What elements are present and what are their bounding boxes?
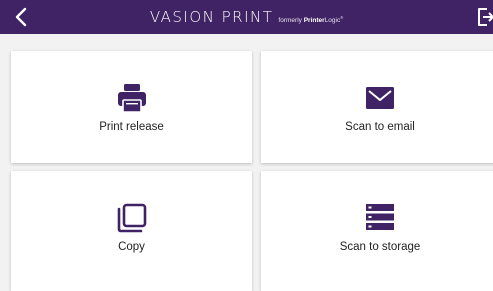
envelope-icon <box>366 87 394 109</box>
print-release-tile[interactable]: Print release <box>11 51 252 163</box>
back-button[interactable] <box>8 4 34 30</box>
scan-to-email-tile[interactable]: Scan to email <box>261 51 493 163</box>
brand-tagline: formerly PrinterLogic® <box>278 15 343 24</box>
tile-label: Print release <box>99 121 164 133</box>
scan-to-storage-tile[interactable]: Scan to storage <box>261 171 493 291</box>
brand-logo: VASION PRINT formerly PrinterLogic® <box>150 8 343 26</box>
brand-name: VASION PRINT <box>149 8 274 26</box>
tile-label: Scan to storage <box>339 241 421 253</box>
brand-tagline-mark: ® <box>340 14 344 20</box>
copy-icon <box>117 203 146 233</box>
tile-label: Scan to email <box>345 121 415 133</box>
app-header: VASION PRINT formerly PrinterLogic® <box>0 0 493 34</box>
tile-label: Copy <box>118 241 145 253</box>
logout-icon <box>478 8 493 26</box>
chevron-left-icon <box>15 7 27 27</box>
brand-tagline-bold: Printer <box>303 17 325 24</box>
storage-icon <box>366 204 394 230</box>
brand-tagline-light: Logic <box>324 17 341 24</box>
copy-tile[interactable]: Copy <box>11 171 252 291</box>
printer-icon <box>117 84 146 113</box>
brand-tagline-prefix: formerly <box>278 17 302 24</box>
logout-button[interactable] <box>471 5 493 29</box>
